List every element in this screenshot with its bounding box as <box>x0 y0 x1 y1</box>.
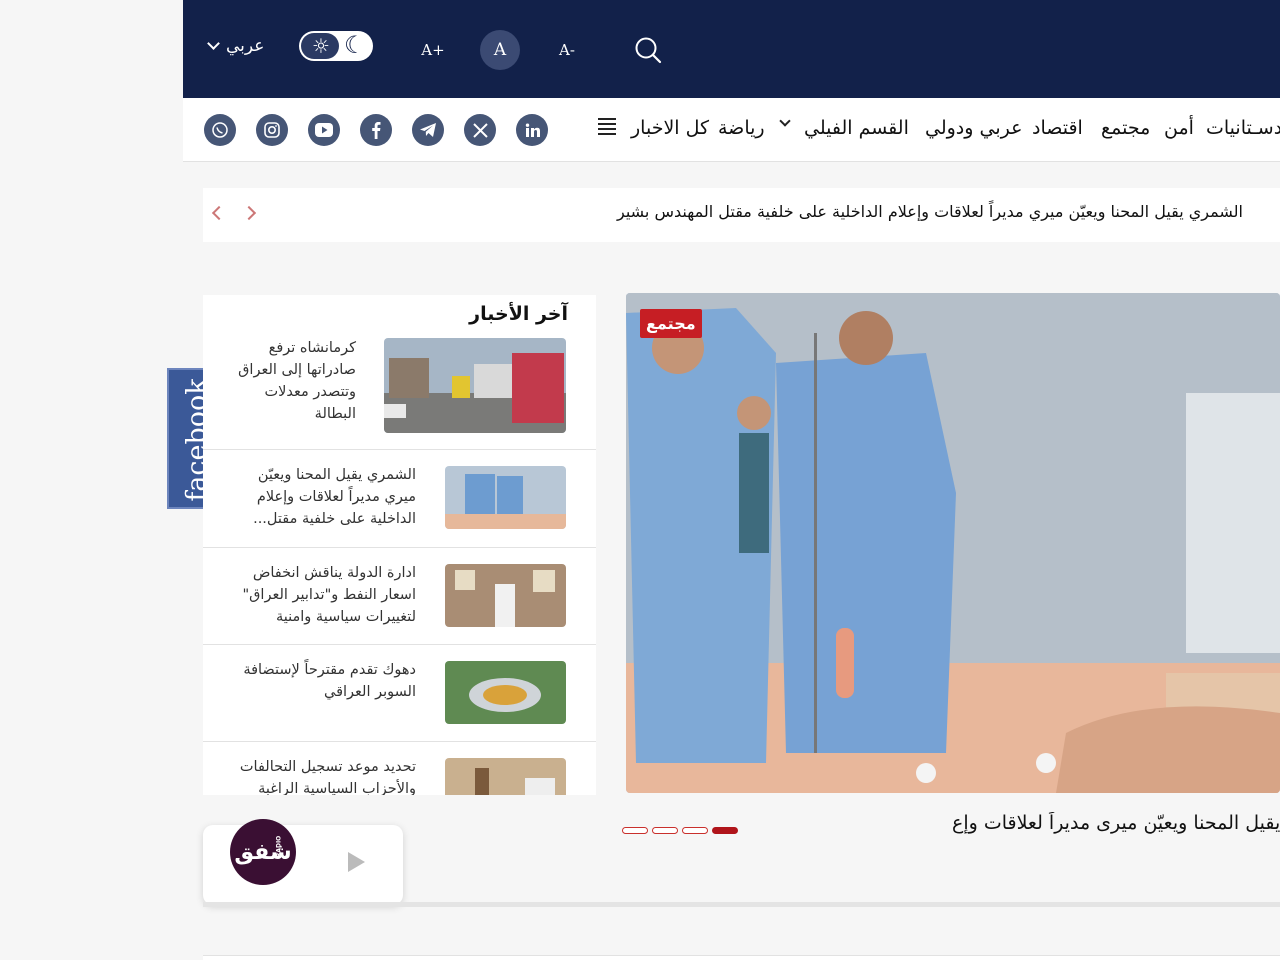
news-thumbnail[interactable] <box>445 758 566 795</box>
nav-item-economy[interactable]: اقتصاد <box>1032 115 1083 141</box>
nav-item-arab-world[interactable]: عربي ودولي <box>925 115 1022 141</box>
linkedin-icon[interactable] <box>516 114 548 146</box>
play-icon[interactable] <box>348 852 365 872</box>
nav-item-kurdistan[interactable]: دسـتانيات <box>1206 115 1280 141</box>
news-headline[interactable]: ادارة الدولة يناقش انخفاض اسعار النفط و"… <box>228 562 417 628</box>
latest-news-title: آخر الأخبار <box>469 303 568 325</box>
sun-icon: ☼ <box>312 34 330 58</box>
ticker-headline[interactable]: الشمري يقيل المحنا ويعيّن ميري مديراً لع… <box>617 202 1243 221</box>
slider-dot[interactable] <box>652 827 678 834</box>
nav-item-feyli[interactable]: القسم الفيلي <box>804 115 909 141</box>
whatsapp-icon[interactable] <box>204 114 236 146</box>
news-thumbnail[interactable] <box>445 466 566 529</box>
font-normal-button[interactable]: A <box>480 30 520 70</box>
category-badge[interactable]: مجتمع <box>640 309 702 338</box>
list-item[interactable]: ادارة الدولة يناقش انخفاض اسعار النفط و"… <box>203 548 596 645</box>
radio-logo: شفق RADIO <box>230 819 296 885</box>
slider-dot-active[interactable] <box>712 827 738 834</box>
next-section <box>203 955 1280 960</box>
list-item[interactable]: كرمانشاه ترفع صادراتها إلى العراق وتتصدر… <box>203 325 596 450</box>
font-increase-button[interactable]: A+ <box>414 30 452 70</box>
news-headline[interactable]: كرمانشاه ترفع صادراتها إلى العراق وتتصدر… <box>228 337 356 425</box>
news-headline[interactable]: تحديد موعد تسجيل التحالفات والأحزاب السي… <box>228 756 416 795</box>
language-label: عربي <box>226 36 265 56</box>
language-selector[interactable]: عربي <box>207 36 264 56</box>
nav-item-all-news[interactable]: كل الاخبار <box>631 115 709 141</box>
featured-slider-image[interactable] <box>626 293 1280 793</box>
chevron-down-icon <box>207 36 220 50</box>
list-item[interactable]: تحديد موعد تسجيل التحالفات والأحزاب السي… <box>203 742 596 795</box>
instagram-icon[interactable] <box>256 114 288 146</box>
font-decrease-button[interactable]: A- <box>548 30 586 70</box>
facebook-icon[interactable] <box>360 114 392 146</box>
news-thumbnail[interactable] <box>445 564 566 627</box>
slider-dot[interactable] <box>682 827 708 834</box>
slider-dot[interactable] <box>622 827 648 834</box>
list-item[interactable]: الشمري يقيل المحنا ويعيّن ميري مديراً لع… <box>203 450 596 548</box>
nav-item-society[interactable]: مجتمع <box>1101 115 1150 141</box>
moon-icon: ☾ <box>344 31 366 59</box>
hamburger-menu-icon[interactable] <box>598 118 616 135</box>
news-headline[interactable]: الشمري يقيل المحنا ويعيّن ميري مديراً لع… <box>228 464 416 530</box>
search-icon[interactable] <box>634 36 662 64</box>
slider-caption[interactable]: الشمري يقيل المحنا ويعيّن ميرى مديراً لع… <box>952 812 1280 834</box>
list-item[interactable]: دهوك تقدم مقترحاً لإستضافة السوبر العراق… <box>203 645 596 742</box>
latest-news-panel: آخر الأخبار كرمانشاه ترفع صادراتها إلى ا… <box>203 295 596 795</box>
section-divider <box>203 902 1280 907</box>
news-thumbnail[interactable] <box>445 661 566 724</box>
radio-logo-text: شفق <box>234 839 292 865</box>
telegram-icon[interactable] <box>412 114 444 146</box>
news-headline[interactable]: دهوك تقدم مقترحاً لإستضافة السوبر العراق… <box>228 659 416 703</box>
news-thumbnail[interactable] <box>384 338 566 433</box>
nav-item-security[interactable]: أمن <box>1164 115 1194 141</box>
radio-logo-sub: RADIO <box>275 835 283 858</box>
nav-item-sports[interactable]: رياضة <box>718 115 765 141</box>
youtube-icon[interactable] <box>308 114 340 146</box>
x-icon[interactable] <box>464 114 496 146</box>
